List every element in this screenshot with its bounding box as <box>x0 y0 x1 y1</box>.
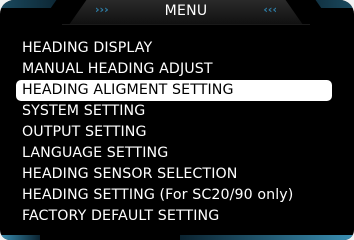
menu-item-heading-setting[interactable]: HEADING SETTING (For SC20/90 only) <box>16 185 332 206</box>
menu-item-heading-aligment-setting[interactable]: HEADING ALIGMENT SETTING <box>16 80 332 101</box>
bottom-left-accent <box>0 235 40 240</box>
menu-item-manual-heading-adjust[interactable]: MANUAL HEADING ADJUST <box>16 59 332 80</box>
chevron-left-icon: ‹‹‹ <box>263 3 277 16</box>
menu-item-system-setting[interactable]: SYSTEM SETTING <box>16 101 332 122</box>
menu-item-heading-display[interactable]: HEADING DISPLAY <box>16 38 332 59</box>
menu-screen: ››› MENU ‹‹‹ HEADING DISPLAY MANUAL HEAD… <box>0 0 354 240</box>
menu-list: HEADING DISPLAY MANUAL HEADING ADJUST HE… <box>16 38 332 227</box>
menu-item-language-setting[interactable]: LANGUAGE SETTING <box>16 143 332 164</box>
bottom-right-accent <box>180 235 354 240</box>
menu-header: ››› MENU ‹‹‹ <box>62 0 310 25</box>
menu-item-heading-sensor-selection[interactable]: HEADING SENSOR SELECTION <box>16 164 332 185</box>
menu-item-factory-default-setting[interactable]: FACTORY DEFAULT SETTING <box>16 206 332 227</box>
menu-item-output-setting[interactable]: OUTPUT SETTING <box>16 122 332 143</box>
